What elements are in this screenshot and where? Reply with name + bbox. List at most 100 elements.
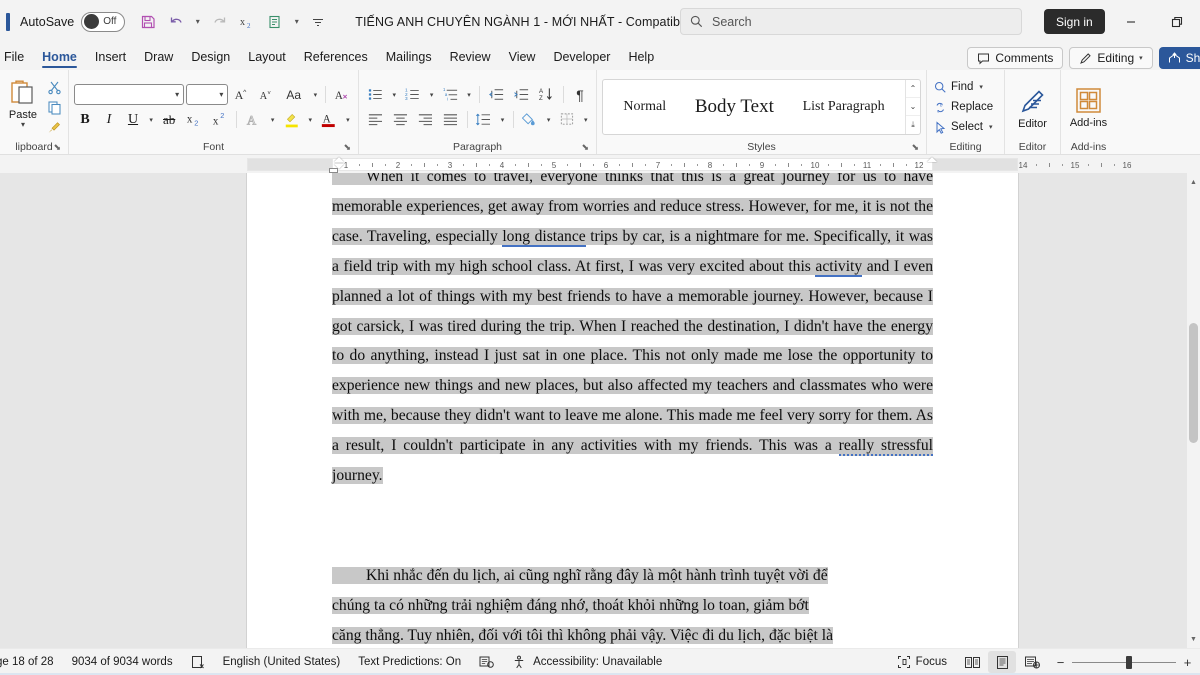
tab-help[interactable]: Help bbox=[619, 48, 663, 70]
text-highlight-button[interactable] bbox=[280, 109, 304, 130]
subscript-button[interactable]: x2 bbox=[182, 109, 206, 130]
print-layout-button[interactable] bbox=[988, 651, 1016, 673]
bold-button[interactable]: B bbox=[74, 109, 96, 130]
editing-mode-button[interactable]: Editing ▾ bbox=[1069, 47, 1152, 69]
paragraph-english[interactable]: When it comes to travel, everyone thinks… bbox=[332, 173, 933, 491]
multilevel-list-dropdown-icon[interactable]: ▾ bbox=[464, 84, 474, 105]
grammar-suggestion-really-stressful[interactable]: really stressful bbox=[839, 437, 933, 456]
replace-button[interactable]: bc Replace bbox=[932, 98, 999, 117]
new-comment-icon[interactable] bbox=[262, 9, 288, 35]
undo-icon[interactable] bbox=[163, 9, 189, 35]
page-indicator[interactable]: ge 18 of 28 bbox=[0, 651, 63, 673]
scrollbar-thumb[interactable] bbox=[1189, 323, 1198, 443]
tab-view[interactable]: View bbox=[500, 48, 545, 70]
cut-button[interactable] bbox=[43, 78, 65, 97]
paragraph-vietnamese[interactable]: Khi nhắc đến du lịch, ai cũng nghĩ rằng … bbox=[332, 561, 933, 648]
select-button[interactable]: Select ▾ bbox=[932, 118, 999, 137]
text-predictions-indicator[interactable]: Text Predictions: On bbox=[349, 651, 470, 673]
vertical-scrollbar[interactable]: ▲ ▼ bbox=[1187, 173, 1200, 648]
align-left-button[interactable] bbox=[364, 109, 387, 130]
redo-icon[interactable] bbox=[206, 9, 232, 35]
borders-dropdown-icon[interactable]: ▾ bbox=[581, 109, 591, 130]
zoom-in-button[interactable]: + bbox=[1183, 655, 1192, 670]
ruler-left-margin[interactable] bbox=[247, 158, 333, 171]
tab-review[interactable]: Review bbox=[441, 48, 500, 70]
read-mode-button[interactable] bbox=[958, 651, 986, 673]
highlight-dropdown-icon[interactable]: ▾ bbox=[305, 109, 315, 130]
page-text-column[interactable]: When it comes to travel, everyone thinks… bbox=[332, 173, 933, 648]
shrink-font-button[interactable]: A˅ bbox=[255, 84, 277, 105]
line-spacing-dropdown-icon[interactable]: ▾ bbox=[497, 109, 507, 130]
styles-scroll-up-icon[interactable]: ⌃ bbox=[906, 80, 920, 97]
align-right-button[interactable] bbox=[414, 109, 437, 130]
bullets-dropdown-icon[interactable]: ▾ bbox=[389, 84, 399, 105]
tab-file[interactable]: File bbox=[0, 48, 33, 70]
zoom-out-button[interactable]: − bbox=[1056, 655, 1065, 670]
ruler-right-margin[interactable] bbox=[932, 158, 1018, 171]
grammar-suggestion-activity[interactable]: activity bbox=[815, 258, 862, 277]
styles-scroll-down-icon[interactable]: ⌄ bbox=[906, 97, 920, 115]
multilevel-list-button[interactable]: 1ai bbox=[439, 84, 462, 105]
tab-layout[interactable]: Layout bbox=[239, 48, 295, 70]
strikethrough-button[interactable]: ab bbox=[158, 109, 180, 130]
save-icon[interactable] bbox=[135, 9, 161, 35]
sign-in-button[interactable]: Sign in bbox=[1044, 9, 1105, 34]
tab-draw[interactable]: Draw bbox=[135, 48, 182, 70]
web-layout-button[interactable] bbox=[1018, 651, 1046, 673]
first-line-indent-marker[interactable] bbox=[334, 157, 344, 162]
tab-design[interactable]: Design bbox=[182, 48, 239, 70]
bullets-button[interactable] bbox=[364, 84, 387, 105]
scroll-up-icon[interactable]: ▲ bbox=[1187, 175, 1200, 189]
ruler[interactable]: 1 2 3 4 5 6 7 8 9 10 11 12 13 14 15 16 bbox=[0, 155, 1200, 173]
editor-button[interactable]: Editor bbox=[1010, 83, 1055, 130]
style-body-text[interactable]: Body Text bbox=[687, 91, 782, 123]
zoom-slider-track[interactable] bbox=[1072, 662, 1176, 663]
paragraph-dialog-launcher[interactable]: ⬊ bbox=[581, 142, 589, 153]
sort-button[interactable]: AZ bbox=[535, 84, 558, 105]
styles-dialog-launcher[interactable]: ⬊ bbox=[911, 142, 919, 153]
tab-mailings[interactable]: Mailings bbox=[377, 48, 441, 70]
autosave-toggle[interactable]: Off bbox=[81, 12, 125, 32]
styles-more-icon[interactable]: ⤓ bbox=[906, 115, 920, 133]
grow-font-button[interactable]: A^ bbox=[230, 84, 252, 105]
font-dialog-launcher[interactable]: ⬊ bbox=[343, 142, 351, 153]
subscript-icon[interactable]: x2 bbox=[234, 9, 260, 35]
clipboard-dialog-launcher[interactable]: ⬊ bbox=[53, 142, 61, 153]
undo-dropdown-icon[interactable]: ▾ bbox=[191, 9, 204, 35]
tab-references[interactable]: References bbox=[295, 48, 377, 70]
underline-dropdown-icon[interactable]: ▾ bbox=[146, 109, 156, 130]
borders-button[interactable] bbox=[556, 109, 579, 130]
find-dropdown-icon[interactable]: ▾ bbox=[979, 83, 983, 91]
justify-button[interactable] bbox=[439, 109, 462, 130]
zoom-slider-thumb[interactable] bbox=[1126, 656, 1132, 669]
align-center-button[interactable] bbox=[389, 109, 412, 130]
paste-button[interactable]: Paste ▾ bbox=[5, 76, 41, 128]
style-normal[interactable]: Normal bbox=[615, 94, 674, 120]
language-indicator[interactable]: English (United States) bbox=[214, 651, 350, 673]
text-effects-dropdown-icon[interactable]: ▾ bbox=[268, 109, 278, 130]
tab-home[interactable]: Home bbox=[33, 48, 86, 70]
display-settings-icon[interactable] bbox=[470, 651, 503, 673]
shading-button[interactable] bbox=[519, 109, 542, 130]
addins-button[interactable]: Add-ins bbox=[1066, 83, 1111, 129]
minimize-icon[interactable] bbox=[1108, 0, 1154, 43]
tab-developer[interactable]: Developer bbox=[544, 48, 619, 70]
paste-dropdown-icon[interactable]: ▾ bbox=[21, 121, 25, 128]
increase-indent-button[interactable] bbox=[510, 84, 533, 105]
find-button[interactable]: Find ▾ bbox=[932, 78, 999, 97]
font-name-combobox[interactable]: ▾ bbox=[74, 84, 184, 105]
zoom-control[interactable]: − + bbox=[1056, 655, 1192, 670]
accessibility-indicator[interactable]: Accessibility: Unavailable bbox=[503, 651, 671, 673]
font-color-dropdown-icon[interactable]: ▾ bbox=[343, 109, 353, 130]
font-size-combobox[interactable]: ▾ bbox=[186, 84, 228, 105]
numbering-dropdown-icon[interactable]: ▾ bbox=[426, 84, 436, 105]
focus-button[interactable]: Focus bbox=[888, 651, 956, 673]
underline-button[interactable]: U bbox=[122, 109, 144, 130]
show-formatting-marks-button[interactable]: ¶ bbox=[569, 84, 591, 105]
scroll-down-icon[interactable]: ▼ bbox=[1187, 632, 1200, 646]
text-effects-button[interactable]: A bbox=[242, 109, 266, 130]
copy-button[interactable] bbox=[43, 98, 65, 117]
font-color-button[interactable]: A bbox=[317, 109, 341, 130]
search-box[interactable]: Search bbox=[680, 8, 1022, 35]
line-spacing-button[interactable] bbox=[472, 109, 495, 130]
